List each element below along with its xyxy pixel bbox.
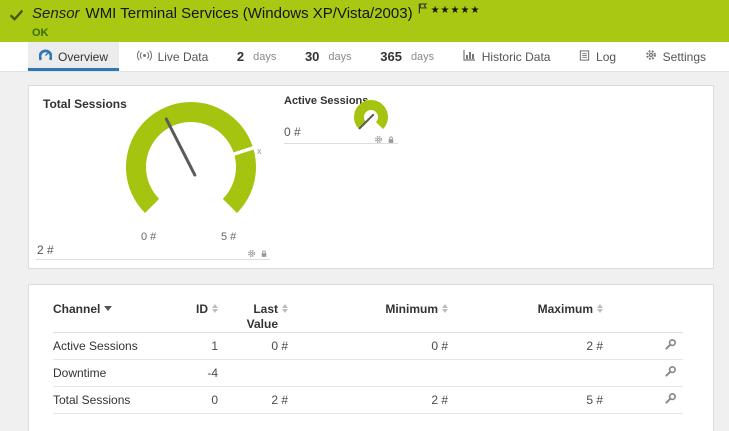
tab-30-days-unit: days	[328, 51, 351, 63]
channel-name: Active Sessions	[53, 339, 183, 353]
total-sessions-gauge	[116, 92, 266, 242]
overview-content: Total Sessions 0 # 5 # x 2 #	[0, 72, 729, 431]
sort-caret-icon	[104, 306, 112, 311]
channel-maximum: 5 #	[448, 393, 603, 407]
sensor-title: WMI Terminal Services (Windows XP/Vista/…	[86, 5, 413, 22]
tab-30-days[interactable]: 30 days	[294, 42, 363, 71]
channel-table-header: Channel ID Last Value Minimum Maximum	[53, 297, 683, 333]
channel-id: 1	[183, 339, 218, 353]
tab-365-days[interactable]: 365 days	[369, 42, 445, 71]
log-document-icon	[579, 50, 590, 64]
column-header-minimum[interactable]: Minimum	[288, 302, 448, 316]
channel-name: Downtime	[53, 366, 183, 380]
total-sessions-scale-min: 0 #	[141, 231, 156, 243]
table-row-downtime: Downtime -4	[53, 360, 683, 387]
channel-minimum: 2 #	[288, 393, 448, 407]
gear-icon	[645, 49, 657, 64]
tab-overview-label: Overview	[58, 50, 108, 64]
channel-id: -4	[183, 366, 218, 380]
tab-log[interactable]: Log	[568, 42, 627, 71]
tab-bar: Overview Live Data 2 days 30 days 365 da…	[0, 42, 729, 72]
channel-name: Total Sessions	[53, 393, 183, 407]
tab-365-days-number: 365	[380, 49, 402, 64]
tab-historic-data[interactable]: Historic Data	[452, 42, 562, 71]
gauge-block-divider	[36, 259, 270, 260]
status-ok-icon	[9, 8, 24, 28]
channel-settings-wrench-icon[interactable]	[664, 338, 677, 354]
live-data-icon	[137, 50, 152, 64]
gauge-settings-gear-icon[interactable]	[374, 131, 383, 149]
column-header-minimum-label: Minimum	[385, 302, 438, 316]
table-row-active-sessions: Active Sessions 1 0 # 0 # 2 #	[53, 333, 683, 360]
column-header-last-value-label: Last Value	[236, 302, 278, 332]
total-sessions-scale-max: 5 #	[221, 231, 236, 243]
column-header-id-label: ID	[196, 302, 208, 316]
flag-icon[interactable]	[418, 1, 427, 19]
tab-log-label: Log	[596, 50, 616, 64]
column-header-maximum-label: Maximum	[538, 302, 593, 316]
tab-30-days-number: 30	[305, 49, 319, 64]
sensor-status-text: OK	[32, 27, 480, 39]
column-header-channel-label: Channel	[53, 302, 100, 316]
tab-live-data[interactable]: Live Data	[126, 42, 220, 71]
sensor-header-text: Sensor WMI Terminal Services (Windows XP…	[32, 5, 480, 39]
gauge-pin-lock-icon[interactable]	[387, 131, 395, 149]
channel-minimum: 0 #	[288, 339, 448, 353]
sensor-kind-label: Sensor	[32, 5, 80, 22]
active-sessions-value: 0 #	[284, 125, 301, 139]
gauges-panel: Total Sessions 0 # 5 # x 2 #	[28, 85, 714, 269]
gauge-max-marker: x	[257, 146, 262, 156]
tab-overview[interactable]: Overview	[28, 42, 119, 71]
channel-last-value: 2 #	[218, 393, 288, 407]
table-row-total-sessions: Total Sessions 0 2 # 2 # 5 #	[53, 387, 683, 414]
column-header-id[interactable]: ID	[183, 302, 218, 316]
column-header-maximum[interactable]: Maximum	[448, 302, 603, 316]
tab-live-data-label: Live Data	[158, 50, 209, 64]
bar-chart-icon	[463, 49, 476, 64]
tab-2-days-number: 2	[237, 49, 244, 64]
tab-historic-data-label: Historic Data	[482, 50, 551, 64]
gauge-block-divider	[284, 143, 398, 144]
channel-last-value: 0 #	[218, 339, 288, 353]
tab-2-days[interactable]: 2 days	[226, 42, 287, 71]
total-sessions-gauge-controls	[247, 245, 268, 263]
gauge-pin-lock-icon[interactable]	[260, 245, 268, 263]
priority-stars[interactable]: ★★★★★	[431, 5, 481, 16]
gauge-settings-gear-icon[interactable]	[247, 245, 256, 263]
total-sessions-value: 2 #	[37, 243, 54, 257]
channel-id: 0	[183, 393, 218, 407]
column-header-channel[interactable]: Channel	[53, 302, 183, 316]
gauge-icon	[39, 49, 52, 65]
tab-365-days-unit: days	[411, 51, 434, 63]
channel-settings-wrench-icon[interactable]	[664, 365, 677, 381]
column-header-last-value[interactable]: Last Value	[218, 302, 288, 332]
sort-arrows-icon	[597, 304, 603, 313]
tab-settings-label: Settings	[663, 50, 706, 64]
tab-2-days-unit: days	[253, 51, 276, 63]
active-sessions-gauge-controls	[374, 131, 395, 149]
channel-settings-wrench-icon[interactable]	[664, 392, 677, 408]
sensor-header: Sensor WMI Terminal Services (Windows XP…	[0, 0, 729, 42]
channel-maximum: 2 #	[448, 339, 603, 353]
tab-settings[interactable]: Settings	[634, 42, 717, 71]
channel-table-panel: Channel ID Last Value Minimum Maximum	[28, 284, 714, 431]
total-sessions-gauge-title: Total Sessions	[43, 97, 127, 111]
